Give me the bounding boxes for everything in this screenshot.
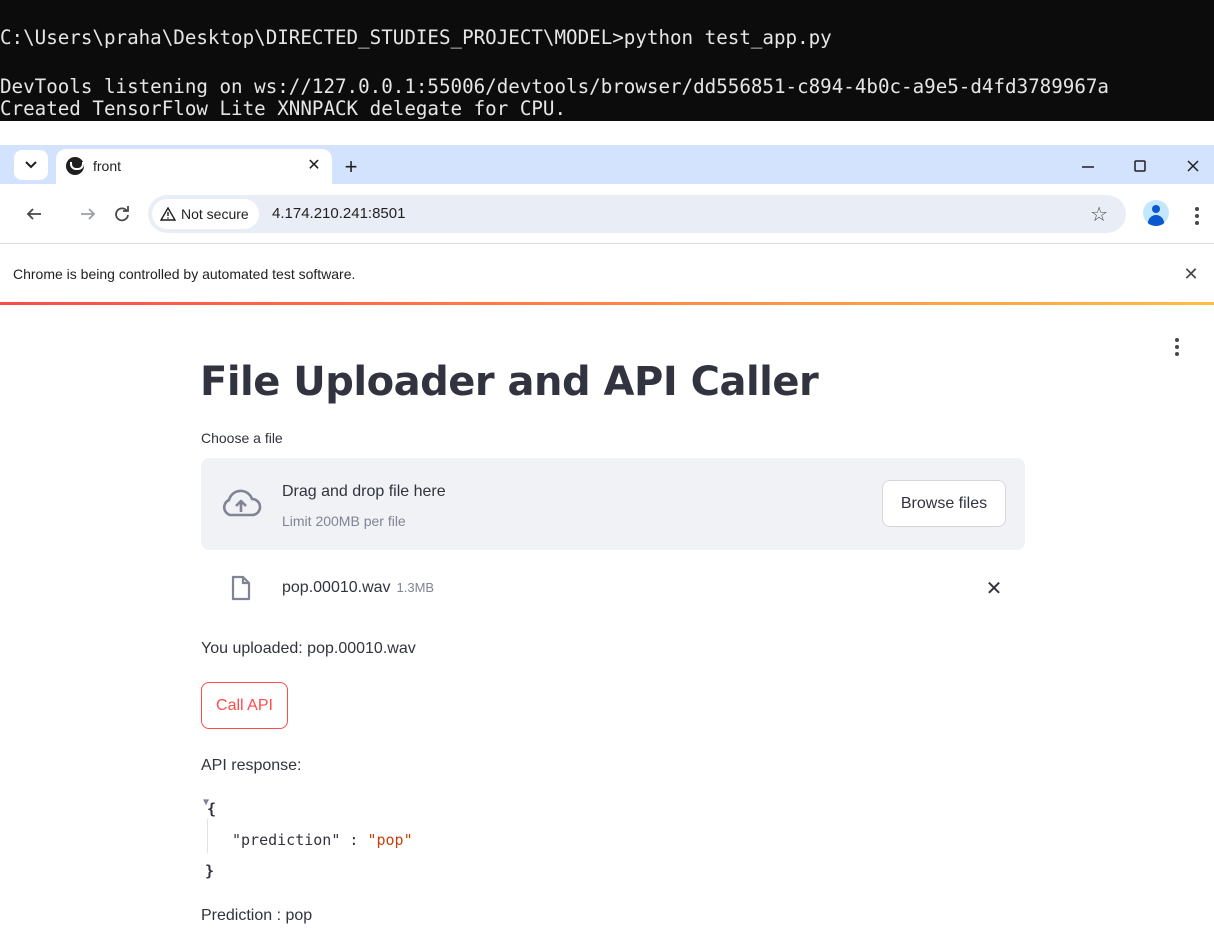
infobar-close-button[interactable]: ✕ <box>1178 261 1204 287</box>
close-window-icon <box>1187 160 1199 172</box>
url-text[interactable]: 4.174.210.241:8501 <box>272 205 405 222</box>
uploaded-message: You uploaded: pop.00010.wav <box>201 640 416 657</box>
tab-front[interactable]: front ✕ <box>56 149 332 184</box>
address-bar[interactable]: Not secure 4.174.210.241:8501 ☆ <box>148 195 1126 233</box>
cloud-upload-icon <box>222 489 262 517</box>
reload-button[interactable] <box>110 202 134 226</box>
json-indent-guide <box>207 819 208 853</box>
tab-title: front <box>93 158 122 174</box>
prediction-text: Prediction : pop <box>201 907 313 924</box>
dropzone-limit: Limit 200MB per file <box>282 513 406 529</box>
page-title: File Uploader and API Caller <box>200 359 819 405</box>
app-menu-icon[interactable] <box>1175 338 1179 356</box>
file-name: pop.00010.wav 1.3MB <box>282 579 434 597</box>
json-separator: : <box>340 831 368 849</box>
file-dropzone[interactable]: Drag and drop file here Limit 200MB per … <box>201 458 1025 550</box>
tab-strip: front ✕ + <box>0 145 1214 184</box>
security-chip[interactable]: Not secure <box>152 199 259 229</box>
json-close-brace: } <box>205 862 215 880</box>
file-name-text: pop.00010.wav <box>282 579 391 596</box>
page-title-container: File Uploader and API Caller <box>150 305 1050 405</box>
forward-button[interactable] <box>76 202 100 226</box>
avatar-torso <box>1148 215 1164 226</box>
file-size: 1.3MB <box>396 580 435 595</box>
json-viewer: ▼ { "prediction" : "pop" } <box>201 795 601 885</box>
reload-icon <box>115 206 129 222</box>
forward-icon <box>81 208 96 220</box>
json-value: "pop" <box>367 831 413 849</box>
back-icon <box>26 208 41 220</box>
favicon-icon <box>66 157 84 175</box>
uploaded-file-row: pop.00010.wav 1.3MB ✕ <box>201 565 1025 611</box>
bookmark-star-icon[interactable]: ☆ <box>1090 202 1108 227</box>
terminal-window: C:\Users\praha\Desktop\DIRECTED_STUDIES_… <box>0 0 1214 121</box>
tab-search-icon <box>25 161 37 169</box>
minimize-icon <box>1082 166 1094 168</box>
tab-search-button[interactable] <box>14 150 48 180</box>
terminal-line: Created TensorFlow Lite XNNPACK delegate… <box>0 97 567 120</box>
browse-files-button[interactable]: Browse files <box>882 480 1006 527</box>
file-icon <box>231 575 251 601</box>
json-open-brace: { <box>207 800 217 818</box>
json-entry: "prediction" : "pop" <box>232 831 413 849</box>
dropzone-title: Drag and drop file here <box>282 483 446 500</box>
json-key: "prediction" <box>232 831 341 849</box>
uploader-label: Choose a file <box>201 430 283 446</box>
maximize-button[interactable] <box>1125 153 1155 179</box>
browser-toolbar: Not secure 4.174.210.241:8501 ☆ <box>0 184 1214 244</box>
infobar-text: Chrome is being controlled by automated … <box>13 266 356 282</box>
warning-icon <box>160 207 176 221</box>
api-response-label: API response: <box>201 757 302 774</box>
menu-dots-icon[interactable] <box>1195 207 1199 225</box>
terminal-line: DevTools listening on ws://127.0.0.1:550… <box>0 75 1109 98</box>
new-tab-button[interactable]: + <box>338 154 364 180</box>
avatar-head <box>1152 205 1160 213</box>
back-button[interactable] <box>22 202 46 226</box>
minimize-button[interactable] <box>1073 153 1103 179</box>
close-window-button[interactable] <box>1178 153 1208 179</box>
call-api-button[interactable]: Call API <box>201 682 288 729</box>
automation-infobar: Chrome is being controlled by automated … <box>0 245 1214 303</box>
tab-close-button[interactable]: ✕ <box>302 153 326 177</box>
terminal-line: C:\Users\praha\Desktop\DIRECTED_STUDIES_… <box>0 26 832 49</box>
security-label: Not secure <box>181 206 249 222</box>
remove-file-button[interactable]: ✕ <box>983 577 1005 600</box>
maximize-icon <box>1134 160 1146 172</box>
profile-avatar-icon[interactable] <box>1143 200 1169 226</box>
